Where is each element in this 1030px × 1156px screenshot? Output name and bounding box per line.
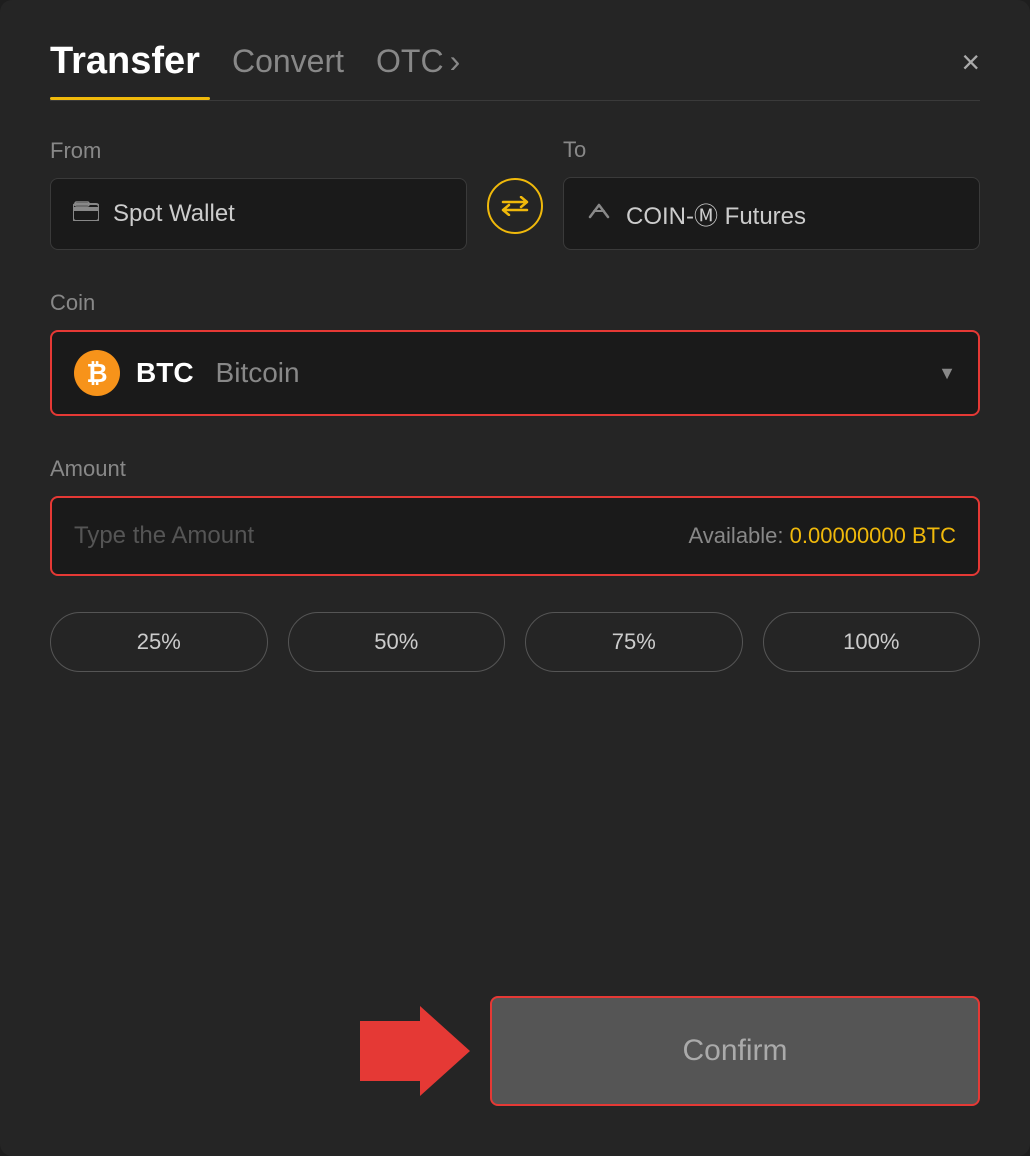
btc-icon: ₿ bbox=[74, 350, 120, 396]
futures-icon bbox=[586, 199, 612, 229]
close-button[interactable]: × bbox=[961, 46, 980, 78]
from-group: From Spot Wallet bbox=[50, 138, 467, 250]
to-wallet-name: COIN-Ⓜ Futures bbox=[626, 196, 806, 231]
to-group: To COIN-Ⓜ Futures bbox=[563, 137, 980, 250]
header-divider bbox=[50, 100, 980, 101]
to-label: To bbox=[563, 137, 980, 163]
tab-otc[interactable]: OTC › bbox=[376, 43, 460, 80]
percent-75-button[interactable]: 75% bbox=[525, 612, 743, 672]
coin-section: Coin ₿ BTC Bitcoin ▼ bbox=[50, 290, 980, 416]
transfer-modal: Transfer Convert OTC › × From Spot Walle… bbox=[0, 0, 1030, 1156]
arrow-indicator bbox=[360, 1006, 470, 1096]
percent-25-button[interactable]: 25% bbox=[50, 612, 268, 672]
coin-selector[interactable]: ₿ BTC Bitcoin ▼ bbox=[50, 330, 980, 416]
percent-50-button[interactable]: 50% bbox=[288, 612, 506, 672]
from-label: From bbox=[50, 138, 467, 164]
modal-header: Transfer Convert OTC › × bbox=[50, 40, 980, 83]
wallet-icon bbox=[73, 201, 99, 227]
amount-placeholder: Type the Amount bbox=[74, 522, 254, 550]
tab-transfer[interactable]: Transfer bbox=[50, 40, 200, 83]
confirm-area: Confirm bbox=[50, 996, 980, 1106]
coin-symbol: BTC bbox=[136, 357, 194, 389]
chevron-right-icon: › bbox=[450, 43, 461, 80]
amount-section: Amount Type the Amount Available: 0.0000… bbox=[50, 456, 980, 576]
swap-button[interactable] bbox=[487, 178, 543, 234]
swap-button-wrapper bbox=[487, 150, 543, 238]
tab-convert[interactable]: Convert bbox=[232, 43, 344, 80]
to-wallet-selector[interactable]: COIN-Ⓜ Futures bbox=[563, 177, 980, 250]
amount-input-box[interactable]: Type the Amount Available: 0.00000000 BT… bbox=[50, 496, 980, 576]
chevron-down-icon: ▼ bbox=[938, 363, 956, 384]
from-wallet-name: Spot Wallet bbox=[113, 200, 235, 228]
from-to-section: From Spot Wallet bbox=[50, 137, 980, 250]
available-amount: 0.00000000 BTC bbox=[790, 523, 956, 548]
from-wallet-selector[interactable]: Spot Wallet bbox=[50, 178, 467, 250]
coin-label: Coin bbox=[50, 290, 980, 316]
amount-label: Amount bbox=[50, 456, 980, 482]
available-text: Available: 0.00000000 BTC bbox=[689, 523, 956, 549]
percent-100-button[interactable]: 100% bbox=[763, 612, 981, 672]
percent-row: 25% 50% 75% 100% bbox=[50, 612, 980, 672]
coin-full-name: Bitcoin bbox=[216, 357, 300, 389]
confirm-button[interactable]: Confirm bbox=[490, 996, 980, 1106]
